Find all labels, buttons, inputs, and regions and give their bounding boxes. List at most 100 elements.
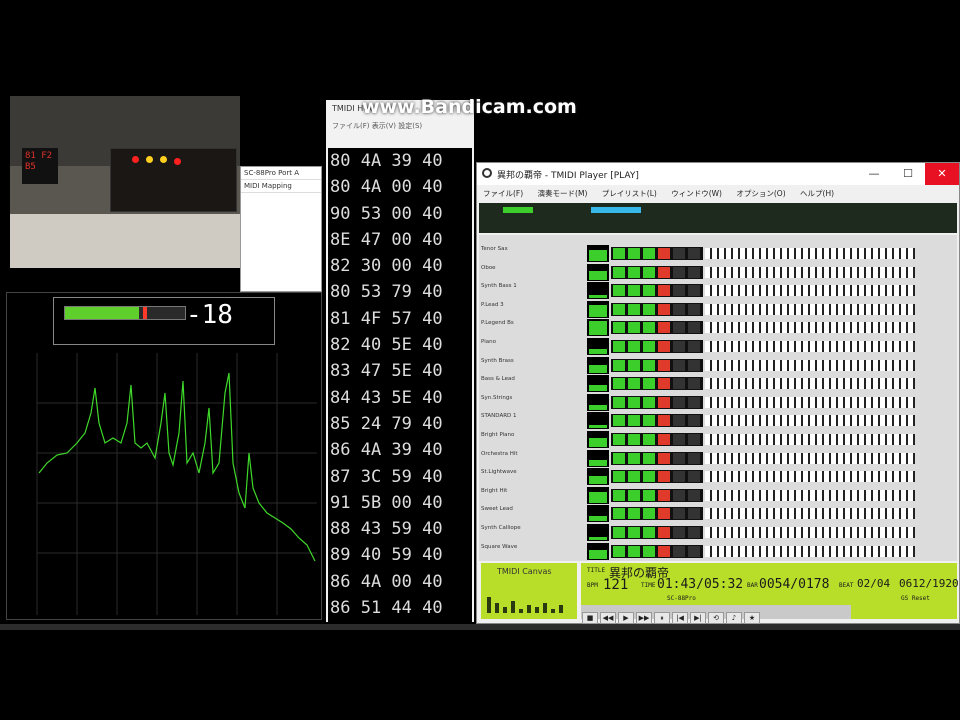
channel-row[interactable]: Synth Brass [479,356,957,374]
channel-row[interactable]: Bright Hit [479,486,957,504]
hex-list[interactable]: 80 4A 39 40 80 4A 00 40 90 53 00 40 8E 47 0… [328,148,472,622]
channel-block [673,359,685,371]
channel-label: Syn.Strings [481,394,513,401]
channel-label: St.Lightwave [481,469,517,476]
channel-keyboard [705,285,915,297]
midi-out-row[interactable]: MIDI Mapping [241,180,321,193]
channel-label: P.Legend Bs [481,320,514,327]
channel-meter-fill [589,250,607,261]
spectrum-trace [38,372,316,562]
app-icon [482,168,492,178]
hex-row: 84 43 5E 40 [330,387,443,408]
channel-meter [587,263,609,281]
channel-blocks [611,265,703,279]
channel-row[interactable]: P.Lead 3 [479,300,957,318]
hex-row: 90 53 00 40 [330,203,443,224]
channel-block [658,285,670,297]
channel-block [613,434,625,445]
channel-meter [587,468,609,486]
channel-label: Bass & Lead [481,376,515,383]
hex-row: 87 3C 59 40 [330,466,443,487]
channel-row[interactable]: Synth Calliope [479,524,957,541]
channel-block [613,378,625,390]
channel-row[interactable]: Oboe [479,263,957,281]
channel-block [628,341,640,352]
close-button[interactable]: ✕ [925,163,959,185]
channel-row[interactable]: Orchestra Hit [479,449,957,467]
window-title: 異邦の覇帝 - TMIDI Player [PLAY] [497,171,639,181]
channel-row[interactable]: Square Wave [479,542,957,560]
channel-row[interactable]: St.Lightwave [479,468,957,486]
hex-row: 80 4A 39 40 [330,151,443,171]
channel-row[interactable]: Sweet Lead [479,505,957,523]
channel-meter [587,449,609,467]
channel-block [658,322,670,334]
transport-button[interactable]: ★ [744,612,760,624]
menu-window[interactable]: ウィンドウ(W) [671,188,722,199]
channel-block [613,452,625,464]
transport-button[interactable]: ▶▶ [636,612,652,624]
transport-button[interactable]: ■ [582,612,598,624]
channel-blocks [611,247,703,260]
tmidi-player-window[interactable]: 異邦の覇帝 - TMIDI Player [PLAY] — ☐ ✕ ファイル(F… [476,162,960,624]
hex-dump-window[interactable]: TMIDI Hex ファイル(F) 表示(V) 設定(S) 80 4A 39 4… [326,100,474,622]
midi-out-row[interactable]: SC-88Pro Port A [241,167,321,180]
transport-button[interactable]: ♪ [726,612,742,624]
transport-button[interactable]: ▶| [690,612,706,624]
channel-label: Oboe [481,264,496,271]
midi-output-window[interactable]: SC-88Pro Port A MIDI Mapping [240,166,322,292]
taskbar-edge [0,624,960,630]
menu-help[interactable]: ヘルプ(H) [800,188,834,199]
channel-block [688,471,700,483]
channel-block [673,545,685,557]
channel-block [628,266,640,278]
channel-block [688,359,700,371]
hex-menu-item[interactable]: 設定(S) [398,122,422,130]
channel-meter-fill [589,364,607,373]
hex-menu-item[interactable]: ファイル(F) [332,122,370,130]
transport-button[interactable]: |◀ [672,612,688,624]
channel-block [628,471,640,483]
channel-row[interactable]: Bright Piano [479,431,957,448]
channel-keyboard [705,434,915,445]
minimize-button[interactable]: — [857,163,891,185]
channel-meter [587,393,609,411]
menu-playlist[interactable]: プレイリスト(L) [602,188,657,199]
channel-keyboard [705,359,915,371]
channel-block [643,452,655,464]
transport-button[interactable]: ▶ [618,612,634,624]
channel-label: Orchestra Hit [481,450,518,457]
menu-play-mode[interactable]: 演奏モード(M) [538,188,588,199]
transport-button[interactable]: ⟲ [708,612,724,624]
channel-blocks [611,451,703,465]
channel-meter [587,245,609,262]
lcd-beat-tag: BEAT [839,582,854,589]
channel-block [658,489,670,501]
menu-options[interactable]: オプション(O) [736,188,785,199]
channel-block [613,545,625,557]
transport-button[interactable]: ⏸ [654,612,670,624]
channel-block [613,341,625,352]
channel-blocks [611,470,703,484]
maximize-button[interactable]: ☐ [891,163,925,185]
channel-row[interactable]: Bass & Lead [479,375,957,393]
channel-row[interactable]: STANDARD 1 [479,412,957,430]
channel-row[interactable]: P.Legend Bs [479,319,957,337]
channel-row[interactable]: Tenor Sax [479,245,957,262]
channel-block [658,434,670,445]
channel-row[interactable]: Synth Bass 1 [479,282,957,300]
channel-block [643,322,655,334]
channel-row[interactable]: Piano [479,338,957,355]
hex-menu-item[interactable]: 表示(V) [372,122,396,130]
channel-block [613,359,625,371]
menu-file[interactable]: ファイル(F) [483,188,523,199]
spectrum-plot [36,353,317,615]
title-bar[interactable]: 異邦の覇帝 - TMIDI Player [PLAY] — ☐ ✕ [477,163,959,185]
channel-block [673,341,685,352]
channel-keyboard [705,471,915,483]
channel-row[interactable]: Syn.Strings [479,393,957,411]
hex-row: 83 47 5E 40 [330,361,443,382]
spectrum-analyzer: -18 [6,292,322,620]
transport-button[interactable]: ◀◀ [600,612,616,624]
channel-meter-fill [589,295,607,299]
